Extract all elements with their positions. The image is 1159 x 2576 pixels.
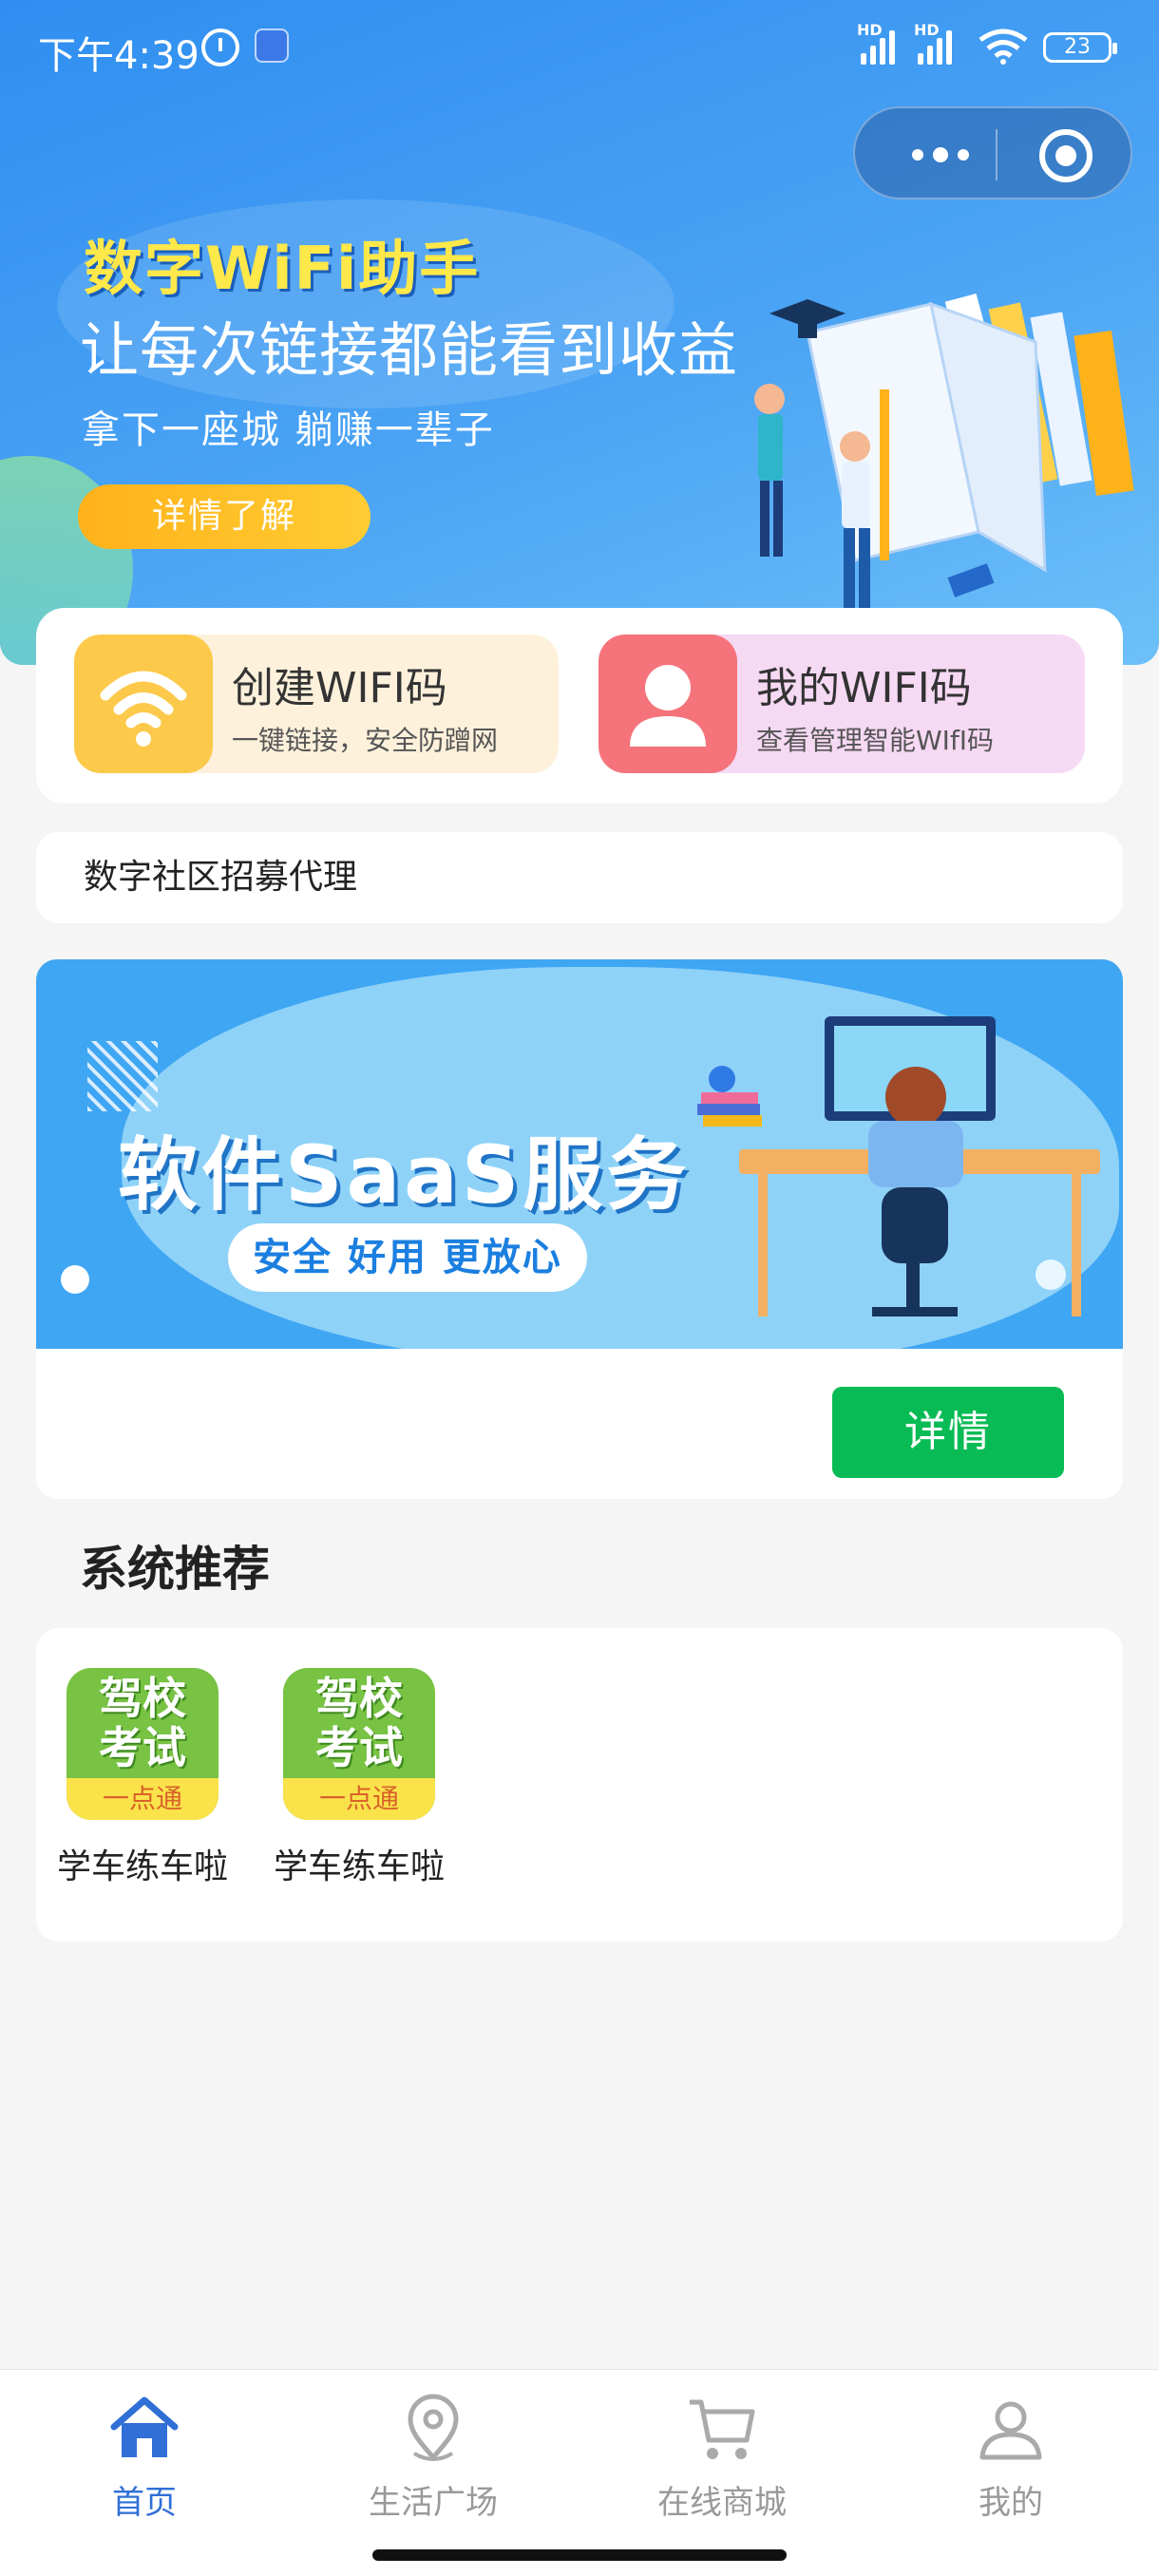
hero-title: 数字WiFi助手 [84, 234, 481, 303]
logo-text: 考试 [315, 1722, 403, 1773]
wifi-actions-card: 创建WIFI码 一键链接，安全防蹭网 我的WIFI码 查看管理智能WIfI码 [36, 608, 1123, 804]
target-circle-icon[interactable] [1039, 129, 1092, 182]
alarm-icon [201, 28, 239, 66]
wifi-icon [74, 635, 213, 773]
logo-text: 考试 [99, 1722, 186, 1773]
signal-icon [861, 28, 895, 65]
status-bar: 下午4:39 HD HD 23 [0, 0, 1159, 95]
status-time: 下午4:39 [38, 34, 200, 78]
recommended-app[interactable]: 驾校 考试 一点通 学车练车啦 [264, 1668, 454, 1888]
decor-dot [61, 1265, 89, 1294]
more-dots-icon[interactable] [893, 131, 988, 179]
saas-detail-button[interactable]: 详情 [832, 1387, 1064, 1478]
action-desc: 一键链接，安全防蹭网 [232, 725, 499, 756]
home-icon [110, 2396, 179, 2457]
app-logo: 驾校 考试 一点通 [66, 1668, 218, 1820]
tab-label: 我的 [978, 2484, 1043, 2522]
recommended-app[interactable]: 驾校 考试 一点通 学车练车啦 [48, 1668, 238, 1888]
battery-indicator: 23 [1043, 32, 1117, 63]
tab-online-mall[interactable]: 在线商城 [627, 2391, 817, 2523]
saas-tagline: 安全 好用 更放心 [228, 1223, 587, 1292]
saas-banner[interactable]: 软件SaaS服务 安全 好用 更放心 [36, 959, 1123, 1349]
signal-icon [918, 28, 952, 65]
hero-banner[interactable]: 下午4:39 HD HD 23 数字WiFi助手 让每次链接都能看到收益 拿下一… [0, 0, 1159, 665]
bottom-tab-bar: 首页 生活广场 在线商城 我的 [0, 2369, 1159, 2576]
saas-title: 软件SaaS服务 [118, 1128, 691, 1222]
cart-icon [690, 2399, 755, 2459]
person-icon [979, 2401, 1042, 2460]
wifi-status-icon [978, 28, 1028, 65]
tab-mine[interactable]: 我的 [916, 2391, 1106, 2523]
tab-life-plaza[interactable]: 生活广场 [338, 2391, 528, 2523]
tab-label: 生活广场 [369, 2484, 498, 2522]
hero-subtitle: 让每次链接都能看到收益 [80, 315, 739, 385]
tab-label: 首页 [112, 2484, 177, 2522]
tab-label: 在线商城 [657, 2484, 787, 2522]
capsule-divider [996, 129, 998, 180]
app-name: 学车练车啦 [273, 1847, 445, 1886]
home-indicator[interactable] [372, 2549, 787, 2561]
recommend-card: 驾校 考试 一点通 学车练车啦 驾校 考试 一点通 学车练车啦 [36, 1628, 1123, 1941]
logo-text: 驾校 [99, 1673, 186, 1724]
logo-text: 一点通 [66, 1778, 218, 1820]
location-pin-icon [408, 2394, 459, 2461]
hero-detail-button[interactable]: 详情了解 [78, 484, 370, 549]
hero-slogan: 拿下一座城 躺赚一辈子 [82, 408, 495, 452]
saas-footer: 详情 [36, 1349, 1123, 1499]
create-wifi-code-button[interactable]: 创建WIFI码 一键链接，安全防蹭网 [74, 635, 559, 773]
action-title: 创建WIFI码 [232, 664, 447, 712]
action-title: 我的WIFI码 [756, 664, 972, 712]
desk-illustration [697, 1016, 1100, 1316]
user-icon [598, 635, 737, 773]
mini-program-capsule[interactable] [853, 106, 1132, 199]
agent-recruit-notice[interactable]: 数字社区招募代理 [36, 832, 1123, 923]
tab-home[interactable]: 首页 [49, 2391, 239, 2523]
app-notification-icon [255, 28, 289, 63]
hero-illustration [754, 294, 1134, 623]
decor-stripes [87, 1041, 158, 1111]
my-wifi-code-button[interactable]: 我的WIFI码 查看管理智能WIfI码 [598, 635, 1085, 773]
logo-text: 一点通 [283, 1778, 435, 1820]
section-title: 系统推荐 [80, 1542, 270, 1597]
app-name: 学车练车啦 [56, 1847, 228, 1886]
app-logo: 驾校 考试 一点通 [283, 1668, 435, 1820]
logo-text: 驾校 [315, 1673, 403, 1724]
action-desc: 查看管理智能WIfI码 [756, 725, 995, 756]
